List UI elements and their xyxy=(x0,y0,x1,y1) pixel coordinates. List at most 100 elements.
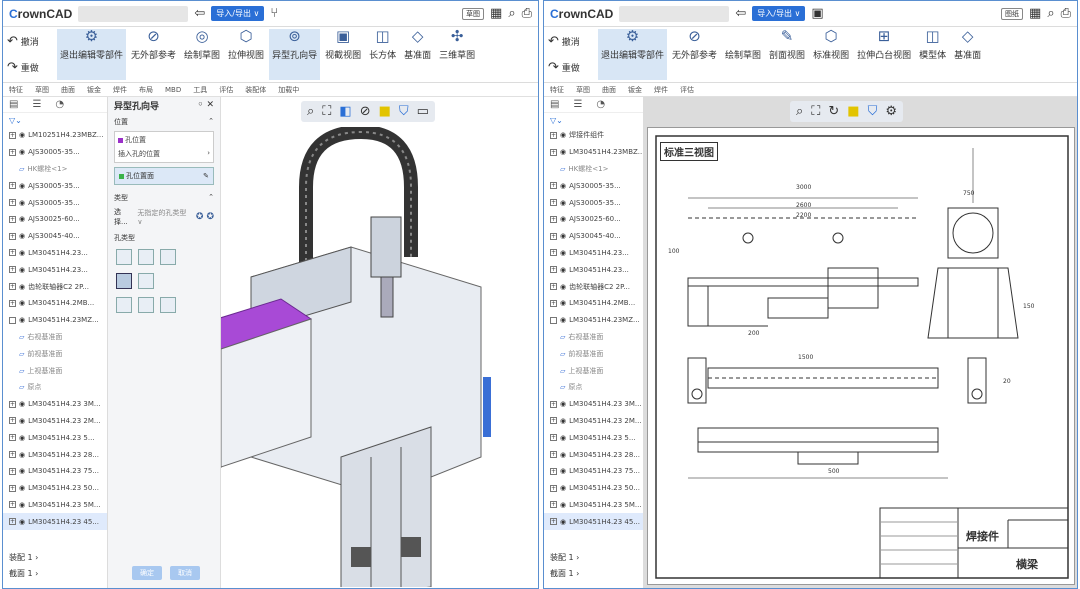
3d-sketch-button[interactable]: ✣ 三维草图 xyxy=(436,29,478,80)
shaded-icon[interactable]: ■ xyxy=(379,104,391,119)
zoom-fit-icon[interactable]: ⛶ xyxy=(811,104,820,119)
filter-icon[interactable]: ▽⌄ xyxy=(3,113,107,127)
no-external-ref-button[interactable]: ⊘ 无外部参考 xyxy=(128,29,179,80)
extrude-boss-view-button[interactable]: ⊞ 拉伸凸台视图 xyxy=(854,29,914,80)
tab-10[interactable]: 加载中 xyxy=(278,85,299,95)
straight-hole-icon[interactable] xyxy=(160,249,176,265)
expand-icon[interactable]: + xyxy=(9,182,16,190)
box-button[interactable]: ◫ 长方体 xyxy=(366,29,399,80)
assembly-tab[interactable]: 装配 1 › xyxy=(550,550,579,566)
expand-icon[interactable]: + xyxy=(9,283,16,291)
tree-item[interactable]: + ◉ AJS30005-35... xyxy=(3,194,107,211)
shaded-icon[interactable]: ■ xyxy=(847,104,859,119)
tree-item[interactable]: + ◉ AJS30005-35... xyxy=(544,177,643,194)
tree-item[interactable]: + ◉ LM30451H4.23 50... xyxy=(544,480,643,497)
tree-item[interactable]: + ◉ 齿轮联轴器C2 2P... xyxy=(3,278,107,295)
doc-icon[interactable]: ▤ xyxy=(9,99,18,110)
tree-item[interactable]: + ◉ LM30451H4.23 5M... xyxy=(544,497,643,514)
cancel-button[interactable]: 取消 xyxy=(170,566,200,580)
expand-icon[interactable]: + xyxy=(9,232,16,240)
tree-item[interactable]: + ◉ AJS30025-60... xyxy=(544,211,643,228)
tab-5[interactable]: 评估 xyxy=(680,85,694,95)
expand-icon[interactable] xyxy=(9,316,16,324)
counterbore-hole-icon[interactable] xyxy=(116,249,132,265)
expand-icon[interactable]: + xyxy=(550,148,557,156)
tree-item[interactable]: + ◉ LM30451H4.23... xyxy=(3,245,107,262)
list-icon[interactable]: ☰ xyxy=(573,99,582,110)
datum-plane-button[interactable]: ◇ 基准面 xyxy=(401,29,434,80)
import-export-button[interactable]: 导入/导出 ∨ xyxy=(752,6,806,21)
zoom-icon[interactable]: ⌕ xyxy=(796,104,803,119)
tree-item[interactable]: + ◉ LM30451H4.23... xyxy=(3,261,107,278)
expand-icon[interactable] xyxy=(550,316,557,324)
search-icon[interactable]: ⌕ xyxy=(1047,6,1054,21)
position-card[interactable]: 孔位置 插入孔的位置 › xyxy=(114,131,214,163)
tree-item[interactable]: ◉ LM30451H4.23MZ... xyxy=(3,312,107,329)
tab-3[interactable]: 钣金 xyxy=(628,85,642,95)
exit-edit-part-button[interactable]: ⚙ 退出编辑零部件 xyxy=(598,29,668,80)
tab-9[interactable]: 装配体 xyxy=(245,85,266,95)
section-tab[interactable]: 截面 1 › xyxy=(550,566,579,582)
hide-show-icon[interactable]: ⊘ xyxy=(360,104,371,119)
drawing-viewport[interactable]: ⌕ ⛶ ↻ ■ ⛉ ⚙ 标准三视图 焊接件 横梁 3000 2600 2200 … xyxy=(644,97,1077,588)
expand-icon[interactable]: + xyxy=(550,232,557,240)
expand-icon[interactable]: + xyxy=(550,249,557,257)
tree-item[interactable]: ▱ 前视基准面 xyxy=(3,345,107,362)
zoom-fit-icon[interactable]: ⛶ xyxy=(322,104,331,119)
expand-icon[interactable]: + xyxy=(9,131,16,139)
tab-1[interactable]: 草图 xyxy=(35,85,49,95)
tab-4[interactable]: 焊件 xyxy=(654,85,668,95)
tree-item[interactable]: + ◉ LM30451H4.23 3M... xyxy=(544,396,643,413)
sketch-mode-badge[interactable]: 草图 xyxy=(462,7,485,20)
expand-icon[interactable]: + xyxy=(550,467,557,475)
save-icon[interactable]: ▣ xyxy=(811,6,823,21)
filter-icon[interactable]: ▽⌄ xyxy=(544,113,643,127)
taper-hole-icon[interactable] xyxy=(160,297,176,313)
expand-icon[interactable]: + xyxy=(550,182,557,190)
tab-4[interactable]: 焊件 xyxy=(113,85,127,95)
tree-item[interactable]: + ◉ AJS30005-35... xyxy=(3,144,107,161)
model-body-button[interactable]: ◫ 模型体 xyxy=(916,29,949,80)
countersink-hole-icon[interactable] xyxy=(138,249,154,265)
tree-item[interactable]: + ◉ LM30451H4.23... xyxy=(544,261,643,278)
tree-item[interactable]: ▱ 原点 xyxy=(3,379,107,396)
tab-2[interactable]: 曲面 xyxy=(602,85,616,95)
appearance-icon[interactable]: ⛉ xyxy=(868,104,878,119)
tab-1[interactable]: 草图 xyxy=(576,85,590,95)
datum-plane-button[interactable]: ◇ 基准面 xyxy=(951,29,984,80)
expand-icon[interactable]: + xyxy=(550,299,557,307)
chevron-up-icon[interactable]: ⌃ xyxy=(208,117,214,127)
expand-icon[interactable]: + xyxy=(550,501,557,509)
tab-7[interactable]: 工具 xyxy=(193,85,207,95)
expand-icon[interactable]: + xyxy=(550,451,557,459)
expand-icon[interactable]: + xyxy=(9,199,16,207)
back-arrow-icon[interactable]: ⇦ xyxy=(194,6,205,21)
3d-viewport[interactable]: ⌕ ⛶ ◧ ⊘ ■ ⛉ ▭ xyxy=(221,97,538,588)
expand-icon[interactable]: + xyxy=(550,199,557,207)
redo-button[interactable]: ↷ 重做 xyxy=(7,60,55,75)
draw-sketch-button[interactable]: 绘制草图 xyxy=(722,29,764,80)
tree-item[interactable]: ▱ HK螺栓<1> xyxy=(3,161,107,178)
tree-item[interactable]: + ◉ AJS30005-35... xyxy=(544,194,643,211)
tree-item[interactable]: + ◉ LM30451H4.23 2M... xyxy=(544,413,643,430)
slot-hole-icon[interactable] xyxy=(138,297,154,313)
tree-item[interactable]: + ◉ LM30451H4.23MBZ... xyxy=(544,144,643,161)
tree-item[interactable]: + ◉ LM30451H4.23 5... xyxy=(3,429,107,446)
tree-item[interactable]: + ◉ LM30451H4.23... xyxy=(544,245,643,262)
settings-icon[interactable]: ⚙ xyxy=(885,104,897,119)
expand-icon[interactable]: + xyxy=(9,215,16,223)
globe-icon[interactable]: ◔ xyxy=(596,99,605,110)
tab-3[interactable]: 钣金 xyxy=(87,85,101,95)
tree-item[interactable]: ▱ 右视基准面 xyxy=(3,329,107,346)
expand-icon[interactable]: + xyxy=(9,501,16,509)
expand-icon[interactable]: + xyxy=(550,283,557,291)
tree-item[interactable]: + ◉ AJS30045-40... xyxy=(544,228,643,245)
print-icon[interactable]: ⎙ xyxy=(1061,6,1071,21)
back-arrow-icon[interactable]: ⇦ xyxy=(735,6,746,21)
star-add-icon[interactable]: ✪ xyxy=(206,212,214,222)
branch-icon[interactable]: ⑂ xyxy=(270,6,278,21)
search-icon[interactable]: ⌕ xyxy=(508,6,515,21)
tree-item[interactable]: + ◉ LM30451H4.23 75... xyxy=(544,463,643,480)
expand-icon[interactable]: + xyxy=(9,434,16,442)
tree-item[interactable]: + ◉ LM30451H4.23 28... xyxy=(3,446,107,463)
